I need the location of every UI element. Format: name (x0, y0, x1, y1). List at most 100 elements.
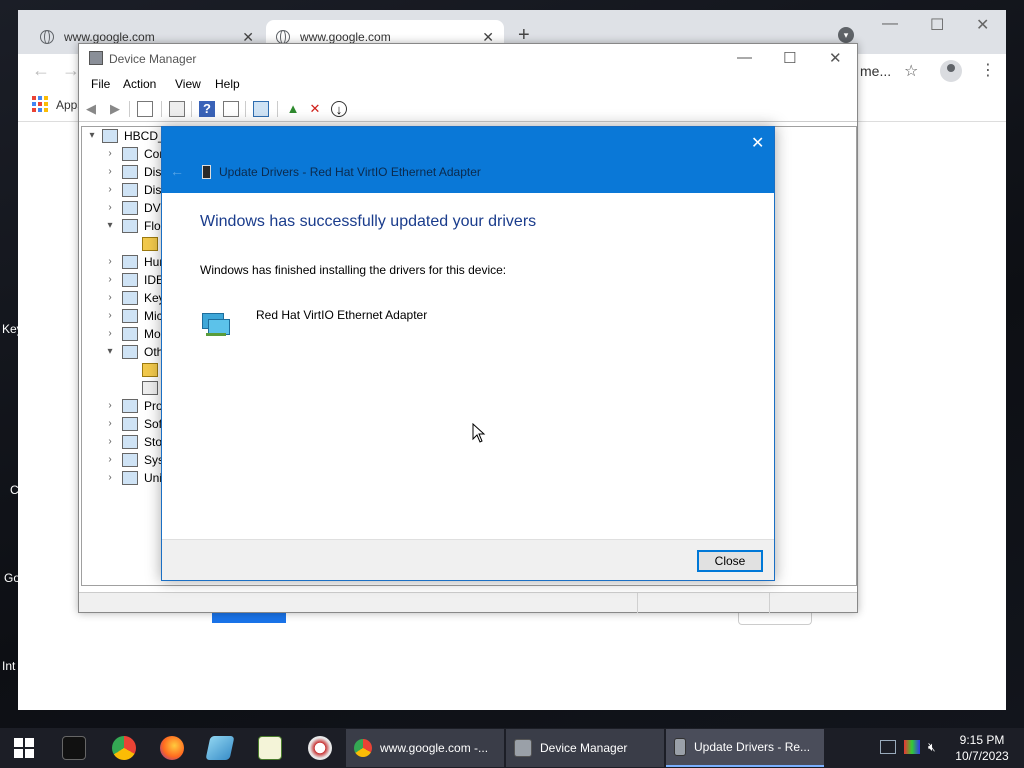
taskbar: www.google.com -... Device Manager Updat… (0, 728, 1024, 768)
tree-subitem[interactable] (82, 361, 172, 379)
close-button[interactable]: Close (697, 550, 763, 572)
tools-icon[interactable] (308, 736, 332, 760)
tree-item[interactable]: ▾ Flop (82, 217, 172, 235)
forward-arrow-icon[interactable]: ▶ (107, 101, 123, 117)
desktop-icon-label[interactable]: Int (2, 659, 15, 673)
device-category-icon (122, 435, 138, 449)
profile-avatar-icon[interactable] (940, 60, 962, 82)
device-category-icon (122, 165, 138, 179)
maximize-icon[interactable]: ☐ (930, 15, 944, 35)
spreadsheet-icon[interactable] (258, 736, 282, 760)
back-arrow-icon: ← (170, 163, 184, 179)
view-icon[interactable] (223, 101, 239, 117)
task-label: www.google.com -... (380, 741, 489, 755)
tree-item[interactable]: › Key (82, 289, 172, 307)
device-name: Red Hat VirtIO Ethernet Adapter (256, 308, 428, 322)
menu-view[interactable]: View (175, 77, 201, 91)
tree-item[interactable]: › Disp (82, 181, 172, 199)
volume-muted-icon[interactable]: 🔇︎ (928, 740, 944, 754)
dialog-header: ✕ ← Update Drivers - Red Hat VirtIO Ethe… (162, 127, 774, 193)
tree-item[interactable]: ▾ Oth (82, 343, 172, 361)
tree-item[interactable]: › Mic (82, 307, 172, 325)
warning-device-icon (142, 237, 158, 251)
update-driver-icon[interactable]: ▲ (285, 101, 301, 117)
notepad-icon[interactable] (205, 736, 235, 760)
maximize-icon[interactable]: ☐ (783, 49, 796, 67)
help-icon[interactable]: ? (199, 101, 215, 117)
tree-item[interactable]: › Pro (82, 397, 172, 415)
back-arrow-icon[interactable]: ◀ (83, 101, 99, 117)
update-drivers-dialog: ✕ ← Update Drivers - Red Hat VirtIO Ethe… (161, 126, 775, 581)
menu-help[interactable]: Help (215, 77, 240, 91)
task-label: Device Manager (540, 741, 628, 755)
task-device-manager[interactable]: Device Manager (506, 729, 664, 767)
device-category-icon (122, 471, 138, 485)
device-category-icon (122, 219, 138, 233)
close-window-icon[interactable]: ✕ (976, 15, 989, 35)
system-clock[interactable]: 9:15 PM 10/7/2023 (952, 732, 1012, 764)
menu-kebab-icon[interactable]: ⋮ (980, 60, 996, 80)
computer-icon (102, 129, 118, 143)
device-category-icon (122, 255, 138, 269)
tree-item[interactable]: › DVD (82, 199, 172, 217)
tree-item-computer[interactable]: ▾ HBCD_ (82, 127, 172, 145)
scan-hardware-icon[interactable] (253, 101, 269, 117)
close-icon[interactable]: ✕ (751, 133, 764, 153)
bookmark-star-icon[interactable]: ☆ (904, 61, 918, 81)
tree-item[interactable]: › Mo (82, 325, 172, 343)
window-title: Device Manager (109, 52, 197, 66)
menu-action[interactable]: Action (123, 77, 156, 91)
minimize-icon[interactable]: — (882, 15, 898, 33)
unknown-device-icon (142, 381, 158, 395)
tab-title: www.google.com (64, 30, 155, 44)
tree-item[interactable]: › Disk (82, 163, 172, 181)
clock-date: 10/7/2023 (955, 749, 1009, 763)
apps-grid-icon[interactable] (32, 96, 48, 112)
finished-message: Windows has finished installing the driv… (200, 263, 507, 277)
task-label: Update Drivers - Re... (694, 740, 811, 754)
windows-start-icon[interactable] (14, 738, 34, 758)
enable-device-icon[interactable]: ↓ (331, 101, 347, 117)
tree-item[interactable]: › Hun (82, 253, 172, 271)
tree-item[interactable]: › IDE (82, 271, 172, 289)
tree-item[interactable]: › Sof (82, 415, 172, 433)
globe-icon (276, 30, 290, 44)
device-manager-icon (89, 51, 103, 65)
tree-subitem[interactable] (82, 379, 172, 397)
device-category-icon (122, 345, 138, 359)
menu-file[interactable]: File (91, 77, 110, 91)
status-bar (79, 592, 857, 613)
properties-icon[interactable] (169, 101, 185, 117)
chrome-icon (354, 739, 372, 757)
device-category-icon (122, 309, 138, 323)
toolbar: ◀ ▶ ? ▲ ✕ ↓ (79, 96, 857, 122)
menu-bar: File Action View Help (79, 74, 857, 96)
omnibox-text[interactable]: me... (860, 63, 891, 79)
display-tray-icon[interactable] (904, 740, 920, 754)
device-category-icon (122, 183, 138, 197)
task-chrome[interactable]: www.google.com -... (346, 729, 504, 767)
page-secondary-button[interactable] (738, 613, 812, 625)
tree-item[interactable]: › Sto (82, 433, 172, 451)
uninstall-device-icon[interactable]: ✕ (307, 101, 323, 117)
command-prompt-icon[interactable] (62, 736, 86, 760)
tree-item[interactable]: › Uni (82, 469, 172, 487)
back-arrow-icon[interactable]: ← (32, 60, 50, 81)
minimize-icon[interactable]: — (737, 49, 752, 66)
device-icon (202, 165, 211, 179)
device-category-icon (122, 417, 138, 431)
close-window-icon[interactable]: ✕ (829, 49, 842, 67)
firefox-icon[interactable] (160, 736, 184, 760)
tree-subitem[interactable] (82, 235, 172, 253)
dialog-title: Update Drivers - Red Hat VirtIO Ethernet… (219, 165, 481, 179)
task-update-drivers[interactable]: Update Drivers - Re... (666, 729, 824, 767)
tree-item[interactable]: › Con (82, 145, 172, 163)
page-primary-button[interactable] (212, 613, 286, 623)
show-hide-console-tree-icon[interactable] (137, 101, 153, 117)
tab-search-icon[interactable]: ▾ (838, 27, 854, 43)
chrome-icon[interactable] (112, 736, 136, 760)
device-manager-icon (514, 739, 532, 757)
network-tray-icon[interactable] (880, 740, 896, 754)
warning-device-icon (142, 363, 158, 377)
tree-item[interactable]: › Syst (82, 451, 172, 469)
